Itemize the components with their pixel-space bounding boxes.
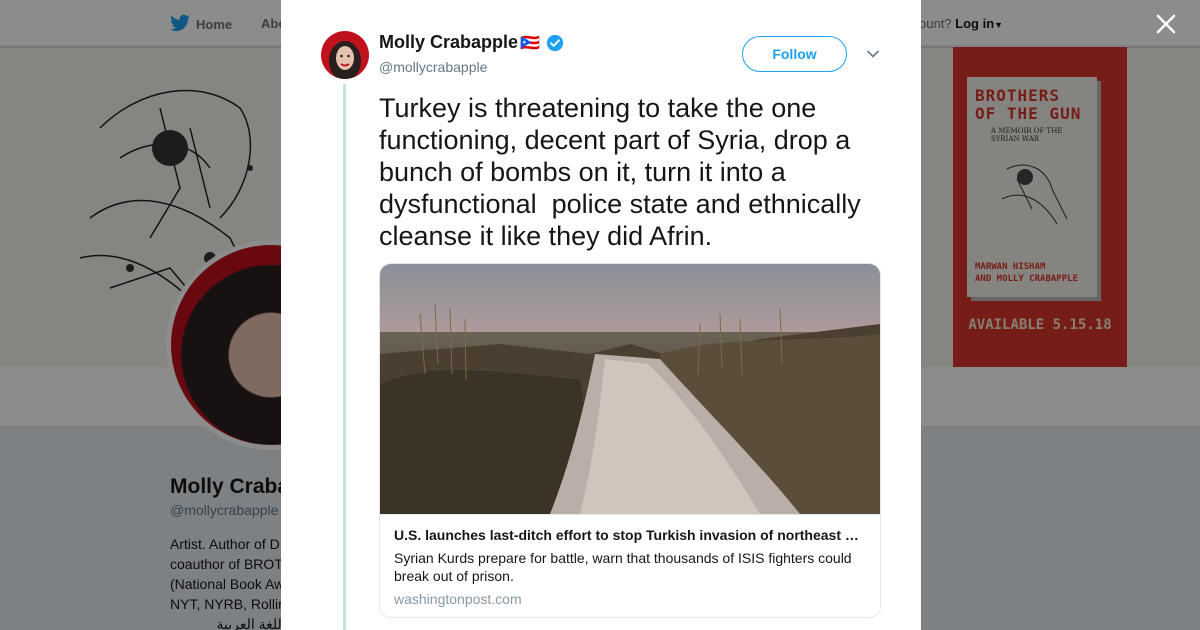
tweet-author-row: Molly Crabapple 🇵🇷	[379, 32, 564, 53]
tweet-author-name[interactable]: Molly Crabapple	[379, 32, 518, 53]
chevron-down-icon[interactable]	[865, 46, 881, 62]
tweet-text: Turkey is threatening to take the one fu…	[379, 93, 869, 251]
card-domain: washingtonpost.com	[394, 591, 522, 607]
card-description: Syrian Kurds prepare for battle, warn th…	[394, 550, 852, 584]
tweet-author-handle[interactable]: @mollycrabapple	[379, 59, 487, 75]
close-button[interactable]	[1152, 10, 1180, 38]
link-card[interactable]: U.S. launches last-ditch effort to stop …	[379, 263, 881, 618]
tweet-modal: Molly Crabapple 🇵🇷 @mollycrabapple Follo…	[281, 0, 921, 630]
card-title: U.S. launches last-ditch effort to stop …	[394, 527, 866, 543]
tweet-author-avatar[interactable]	[321, 31, 369, 79]
close-icon	[1156, 14, 1176, 34]
follow-button[interactable]: Follow	[742, 36, 847, 72]
flag-emoji: 🇵🇷	[520, 34, 540, 52]
card-body: U.S. launches last-ditch effort to stop …	[380, 514, 880, 617]
card-image	[380, 264, 880, 514]
thread-line	[343, 84, 346, 630]
verified-badge-icon	[546, 34, 564, 52]
